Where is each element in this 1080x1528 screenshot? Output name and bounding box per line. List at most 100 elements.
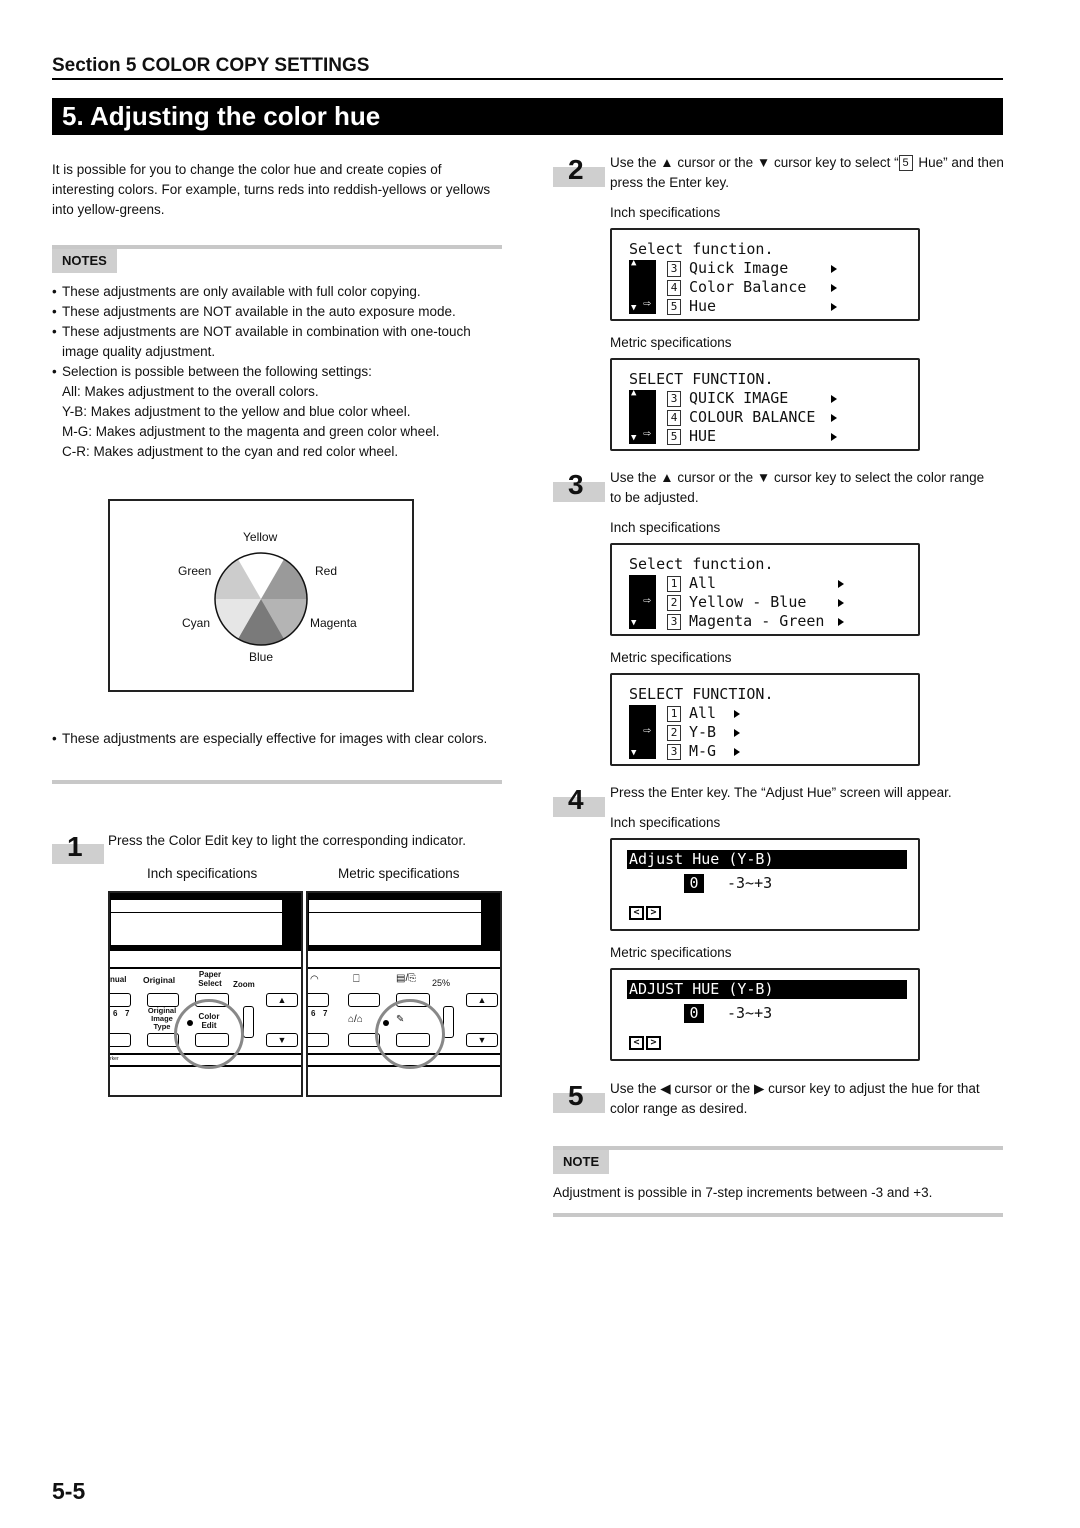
notes-list: These adjustments are only available wit… xyxy=(52,282,507,462)
original-key[interactable] xyxy=(147,993,179,1007)
lcd-item-all[interactable]: 1 All xyxy=(667,574,716,593)
effective-note: These adjustments are especially effecti… xyxy=(52,729,492,749)
submenu-arrow-icon xyxy=(838,618,844,626)
lcd-item-all[interactable]: 1 All xyxy=(667,704,716,723)
down-key[interactable]: ▼ xyxy=(266,1033,298,1047)
step-4-number: 4 xyxy=(568,784,584,815)
step-1-inch-label: Inch specifications xyxy=(147,866,258,881)
up-key[interactable]: ▲ xyxy=(466,993,498,1007)
notes-top-rule xyxy=(52,245,502,249)
key-label-original: Original xyxy=(143,975,176,985)
step-2-metric-label: Metric specifications xyxy=(610,335,732,350)
zoom-25-label: 25% xyxy=(432,978,451,988)
lcd-item-color-balance[interactable]: 4 Color Balance xyxy=(667,278,806,297)
up-key[interactable]: ▲ xyxy=(266,993,298,1007)
indicator-label-6: 6 xyxy=(113,1009,118,1018)
note-top-rule xyxy=(553,1146,1003,1150)
submenu-arrow-icon xyxy=(734,729,740,737)
note-item: These adjustments are NOT available in t… xyxy=(52,302,507,322)
original-size-icon: ⎕ xyxy=(353,973,360,985)
lcd-step3-metric: SELECT FUNCTION. ▼ ⇨ 1 All 2 Y-B 3 M-G xyxy=(610,673,920,766)
lcd-item-colour-balance[interactable]: 4 COLOUR BALANCE xyxy=(667,408,815,427)
step-2-number: 2 xyxy=(568,154,584,185)
lcd-title: Select function. xyxy=(629,555,774,573)
exposure-icon: ◠ xyxy=(310,974,319,985)
lcd-title: ADJUST HUE (Y-B) xyxy=(627,980,907,999)
note-item: These adjustments are NOT available in c… xyxy=(52,322,507,362)
panel-key[interactable] xyxy=(308,993,329,1007)
lcd-title: SELECT FUNCTION. xyxy=(629,370,774,388)
lcd-item-hue[interactable]: 5 HUE xyxy=(667,427,716,446)
lcd-item-magenta-green[interactable]: 3 Magenta - Green xyxy=(667,612,824,631)
wheel-label-blue: Blue xyxy=(249,650,274,664)
lcd-item-m-g[interactable]: 3 M-G xyxy=(667,742,716,761)
step-5-number: 5 xyxy=(568,1080,584,1111)
effective-note-text: These adjustments are especially effecti… xyxy=(52,729,492,749)
original-key[interactable] xyxy=(348,993,380,1007)
image-type-icon: ⌂/⌂ xyxy=(348,1014,363,1025)
hue-value: 0 xyxy=(684,1004,704,1023)
notes-bottom-rule xyxy=(52,780,502,784)
submenu-arrow-icon xyxy=(838,599,844,607)
step-5-text: Use the ◀ cursor or the ▶ cursor key to … xyxy=(610,1081,980,1116)
highlight-circle xyxy=(174,999,244,1069)
hue-value: 0 xyxy=(684,874,704,893)
submenu-arrow-icon xyxy=(838,580,844,588)
wheel-label-magenta: Magenta xyxy=(310,616,357,630)
key-label-manual: nual xyxy=(110,975,127,984)
step-1-text: Press the Color Edit key to light the co… xyxy=(108,833,466,848)
step-3-inch-label: Inch specifications xyxy=(610,520,721,535)
page-title: 5. Adjusting the color hue xyxy=(52,98,1003,135)
lcd-item-yellow-blue[interactable]: 2 Yellow - Blue xyxy=(667,593,806,612)
step-3-text: Use the ▲ cursor or the ▼ cursor key to … xyxy=(610,470,985,505)
cursor-arrow-icon: ⇨ xyxy=(643,426,651,441)
lcd-item-hue[interactable]: 5 Hue xyxy=(667,297,716,316)
page-number: 5-5 xyxy=(52,1478,86,1504)
panel-key[interactable] xyxy=(110,1033,131,1047)
zoom-key[interactable] xyxy=(243,1006,254,1038)
metric-operation-panel: ◠ ⎕ ▤/⎘ 25% ⌂/⌂ ✎ ▲ ▼ 6 7 xyxy=(306,891,502,1097)
lcd-title: Adjust Hue (Y-B) xyxy=(627,850,907,869)
submenu-arrow-icon xyxy=(831,414,837,422)
submenu-arrow-icon xyxy=(734,710,740,718)
indicator-label-7: 7 xyxy=(323,1009,328,1018)
submenu-arrow-icon xyxy=(831,284,837,292)
section-header: Section 5 COLOR COPY SETTINGS xyxy=(52,55,1003,80)
down-key[interactable]: ▼ xyxy=(466,1033,498,1047)
note-label: NOTE xyxy=(553,1150,610,1174)
left-cursor-icon: < xyxy=(629,906,644,920)
inch-operation-panel: nual Original Paper Select Zoom Original… xyxy=(108,891,303,1097)
hue-range: -3~+3 xyxy=(727,1004,773,1022)
submenu-arrow-icon xyxy=(831,433,837,441)
lcd-step2-metric: SELECT FUNCTION. ▲ ▼ ⇨ 3 QUICK IMAGE 4 COL… xyxy=(610,358,920,451)
step-1-metric-label: Metric specifications xyxy=(338,866,460,881)
lcd-item-quick-image[interactable]: 3 QUICK IMAGE xyxy=(667,389,788,408)
scroll-down-icon: ▼ xyxy=(631,748,637,758)
step-3-metric-label: Metric specifications xyxy=(610,650,732,665)
right-cursor-icon: > xyxy=(646,1036,661,1050)
setting-yb: Y-B: Makes adjustment to the yellow and … xyxy=(62,404,411,419)
panel-key[interactable] xyxy=(308,1033,329,1047)
highlight-circle xyxy=(375,999,445,1069)
key-label-marker: rker xyxy=(110,1056,119,1062)
step-3-number: 3 xyxy=(568,469,584,500)
step-4-metric-label: Metric specifications xyxy=(610,945,732,960)
scroll-down-icon: ▼ xyxy=(631,303,637,313)
wheel-label-green: Green xyxy=(178,564,212,578)
left-cursor-icon: < xyxy=(629,1036,644,1050)
submenu-arrow-icon xyxy=(831,395,837,403)
lcd-item-quick-image[interactable]: 3 Quick Image xyxy=(667,259,788,278)
step-1-number: 1 xyxy=(67,831,83,862)
step-2-text: Use the ▲ cursor or the ▼ cursor key to … xyxy=(610,155,1004,190)
wheel-label-red: Red xyxy=(315,564,338,578)
step-4-text: Press the Enter key. The “Adjust Hue” sc… xyxy=(610,785,952,800)
lcd-step4-inch: Adjust Hue (Y-B) 0 -3~+3 < > xyxy=(610,838,920,931)
key-5-icon: 5 xyxy=(898,155,913,171)
cursor-arrow-icon: ⇨ xyxy=(643,296,651,311)
setting-cr: C-R: Makes adjustment to the cyan and re… xyxy=(62,444,399,459)
lcd-item-y-b[interactable]: 2 Y-B xyxy=(667,723,716,742)
cursor-arrow-icon: ⇨ xyxy=(643,723,651,738)
panel-key[interactable] xyxy=(110,993,131,1007)
submenu-arrow-icon xyxy=(831,303,837,311)
note-bottom-rule xyxy=(553,1213,1003,1217)
